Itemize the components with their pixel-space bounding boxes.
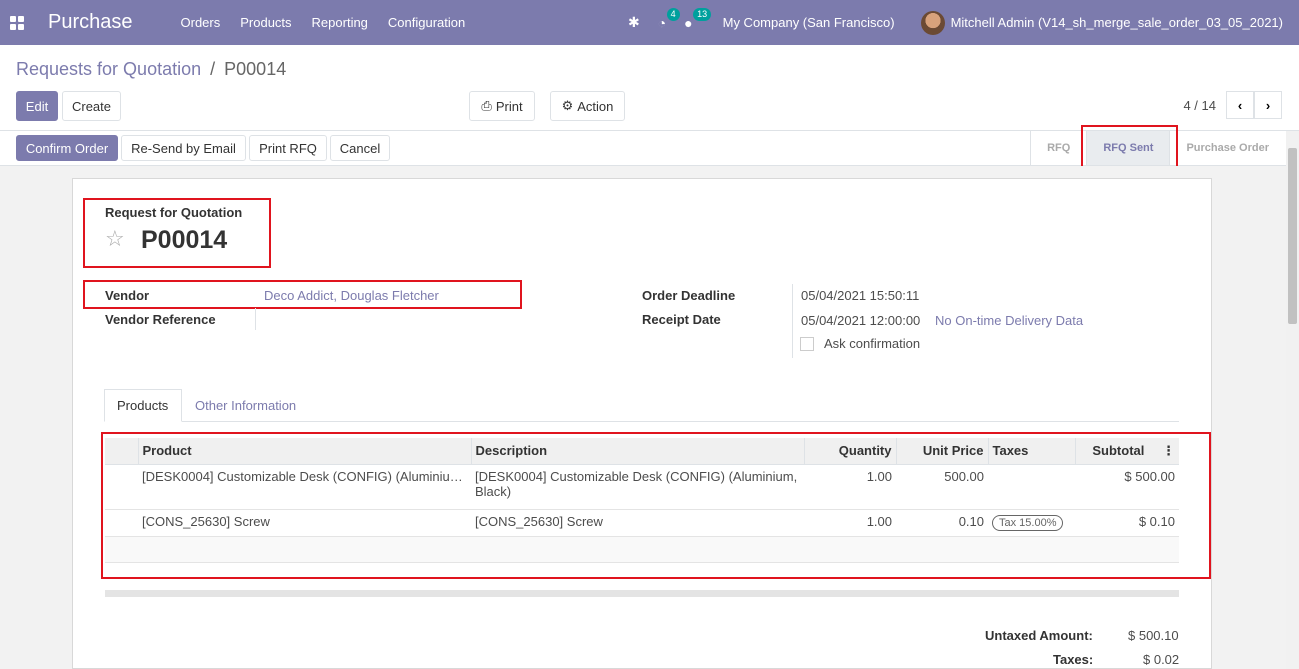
print-label: Print [495,98,523,114]
scrollbar-thumb[interactable] [1288,148,1297,324]
breadcrumb: Requests for Quotation / P00014 [16,59,286,80]
breadcrumb-separator: / [210,59,216,79]
order-deadline-label: Order Deadline [642,288,736,303]
receipt-date-field[interactable]: 05/04/2021 12:00:00 [801,313,920,328]
printer-icon: ⎙ [481,98,492,113]
stage-rfq[interactable]: RFQ [1030,131,1086,165]
resend-email-button[interactable]: Re-Send by Email [121,135,246,161]
action-button[interactable]: ⚙ Action [550,91,625,121]
gear-icon: ⚙ [561,98,574,113]
print-button[interactable]: ⎙ Print [469,91,535,121]
edit-button[interactable]: Edit [16,91,58,121]
untaxed-amount-label: Untaxed Amount: [985,628,1093,643]
create-button[interactable]: Create [62,91,121,121]
right-group-divider [792,284,793,358]
taxes-value: $ 0.02 [1143,652,1180,667]
table-footer-bar [105,590,1179,597]
tab-products[interactable]: Products [104,389,182,422]
vendor-ref-divider [255,308,256,330]
taxes-label: Taxes: [1053,652,1094,667]
user-avatar[interactable] [920,10,945,35]
control-panel: Requests for Quotation / P00014 Edit Cre… [0,45,1299,131]
highlight-vendor-box [83,280,522,309]
order-deadline-field[interactable]: 05/04/2021 15:50:11 [801,288,919,303]
app-brand[interactable]: Purchase [48,11,133,34]
user-menu[interactable]: Mitchell Admin (V14_sh_merge_sale_order_… [951,15,1283,30]
menu-orders[interactable]: Orders [181,15,221,30]
debug-bug-icon[interactable]: ✱ [628,14,640,31]
confirm-order-button[interactable]: Confirm Order [16,135,118,161]
messages-chat-icon[interactable]: ● 13 [684,7,712,31]
apps-menu-icon[interactable] [10,15,24,30]
ask-confirmation-label: Ask confirmation [824,336,921,351]
receipt-date-label: Receipt Date [642,312,721,327]
activity-badge: 4 [666,7,680,21]
messages-badge: 13 [693,7,712,21]
activity-clock-icon[interactable]: ◔ 4 [658,7,680,31]
company-switcher[interactable]: My Company (San Francisco) [723,15,895,30]
vendor-reference-input[interactable] [262,312,512,330]
menu-products[interactable]: Products [240,15,291,30]
print-rfq-button[interactable]: Print RFQ [249,135,327,161]
action-label: Action [577,98,614,114]
stage-purchase-order[interactable]: Purchase Order [1169,131,1285,165]
main-menu: Orders Products Reporting Configuration [181,15,486,30]
chevron-right-icon: › [1265,97,1271,113]
pager-value[interactable]: 4 / 14 [1183,98,1216,113]
tab-other-information[interactable]: Other Information [183,389,308,422]
menu-configuration[interactable]: Configuration [388,15,465,30]
highlight-title-box [83,198,271,268]
breadcrumb-current: P00014 [224,59,287,79]
chevron-left-icon: ‹ [1237,97,1243,113]
pager-previous-button[interactable]: ‹ [1226,91,1254,119]
systray: ✱ ◔ 4 ● 13 My Company (San Francisco) Mitc… [628,0,1299,45]
ask-confirmation-checkbox[interactable] [800,337,814,351]
breadcrumb-parent[interactable]: Requests for Quotation [16,59,201,79]
pager-next-button[interactable]: › [1254,91,1282,119]
menu-reporting[interactable]: Reporting [312,15,368,30]
notebook-tabs: Products Other Information [104,389,1179,422]
highlight-lines-box [101,432,1211,579]
cancel-button[interactable]: Cancel [330,135,390,161]
vendor-reference-label: Vendor Reference [105,312,216,327]
top-navbar: Purchase Orders Products Reporting Confi… [0,0,1299,45]
untaxed-amount-value: $ 500.10 [1128,628,1179,643]
on-time-delivery-link[interactable]: No On-time Delivery Data [935,313,1083,328]
